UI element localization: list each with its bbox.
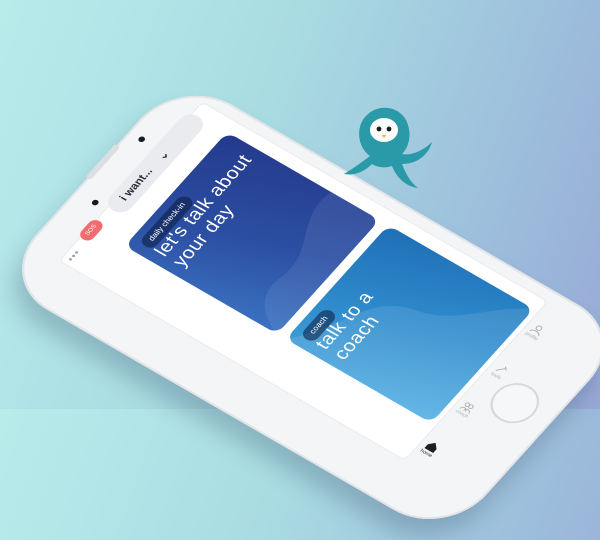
more-dots-icon[interactable]: ••• xyxy=(65,248,84,264)
tab-home[interactable]: home xyxy=(409,437,446,468)
mascot-character-icon xyxy=(344,107,432,188)
chevron-down-icon: ⌄ xyxy=(155,148,172,162)
sos-button[interactable]: SOS xyxy=(77,217,106,243)
phone-shell: i want... ⌄ SOS ••• daily check-in let's… xyxy=(0,74,600,540)
speaker-grille xyxy=(85,143,121,181)
camera-dot xyxy=(137,135,147,144)
marketing-scene: i want... ⌄ SOS ••• daily check-in let's… xyxy=(0,0,600,540)
phone-screen: i want... ⌄ SOS ••• daily check-in let's… xyxy=(58,101,549,461)
i-want-label: i want... xyxy=(117,166,156,203)
